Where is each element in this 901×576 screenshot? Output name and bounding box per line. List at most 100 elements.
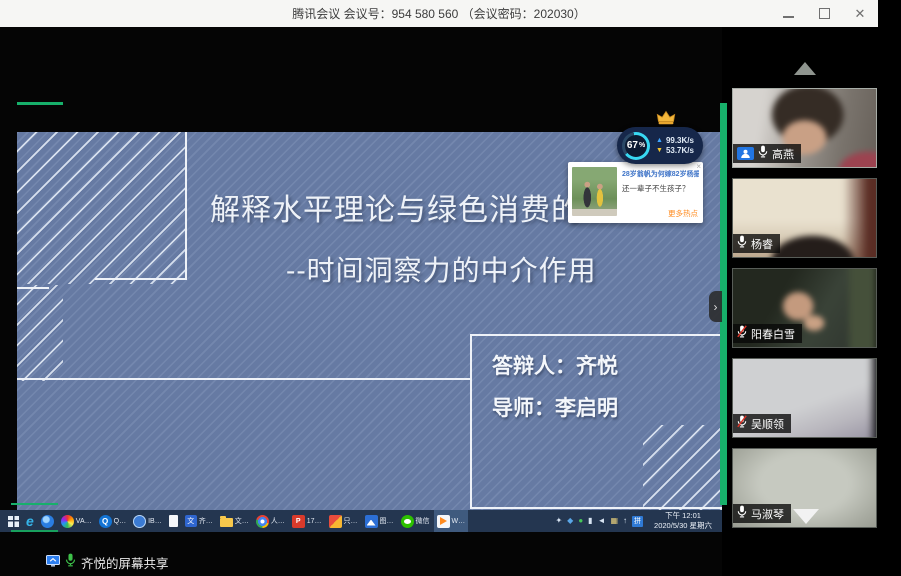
advisor-label: 导师：李启明 [492,392,618,422]
taskbar-item-browser[interactable] [38,510,57,532]
news-more-link[interactable]: 更多热点 [668,208,698,219]
download-speed-row: ▼ 53.7K/s [656,147,694,155]
participant-tile[interactable]: 阳春白雪 [732,268,877,348]
document-icon [169,515,178,527]
screen-share-banner: 齐悦的屏幕共享 [46,553,169,572]
window-controls: ✕ [780,0,868,27]
taskbar-item-pictures[interactable]: 图… [362,510,397,532]
signal-icon[interactable]: ▮ [588,517,592,525]
participant-name: 阳春白雪 [751,326,795,342]
chevron-right-icon: › [714,300,718,314]
taskbar-item-wps-active[interactable]: W… [434,510,469,532]
globe-icon [133,515,146,528]
percent-value: 67 [627,140,638,151]
taskbar-item-wechat[interactable]: 微信 [398,510,433,532]
mic-muted-icon [737,415,747,433]
shared-taskbar: e VA… QQ… IB… 文齐… 文… 人… P17… 只… 图… 微信 W…… [0,510,722,532]
maximize-button[interactable] [816,6,832,22]
slide-info-box: 答辩人：齐悦 导师：李启明 [470,334,722,509]
participant-name: 吴顺领 [751,416,784,432]
internet-explorer-icon: e [26,514,34,528]
taskbar-item-chrome[interactable]: 人… [253,510,288,532]
participant-name: 高燕 [772,146,794,162]
bluetooth-icon[interactable]: ✦ [555,517,562,525]
decor-line [17,287,49,289]
percent-ring: 67 % [622,132,650,160]
news-thumbnail[interactable] [572,167,617,216]
clock-time: 下午 12:01 [665,511,701,522]
participant-tile[interactable]: 杨睿 [732,178,877,258]
decor-hatch-left [17,285,63,381]
docs-app-icon: 文 [185,515,197,527]
download-arrow-icon: ▼ [656,147,663,154]
photo-icon[interactable]: ▦ [610,517,618,525]
percent-sign: % [639,142,645,149]
taskbar-item-explorer[interactable]: 文… [217,510,252,532]
meeting-window: 腾讯会议 会议号：954 580 560 （会议密码：202030） ✕ 解释水… [0,0,901,576]
participant-name: 杨睿 [751,236,773,252]
media-app-icon [329,515,342,528]
mic-green-icon [65,553,76,572]
member-badge-icon [737,147,754,160]
news-headline-link[interactable]: 28岁翁帆为何嫁82岁杨振宁 [622,169,699,179]
close-button[interactable]: ✕ [852,6,868,22]
crown-icon [656,110,676,131]
minimize-icon [783,16,794,18]
mic-on-icon [737,505,747,523]
scroll-down-arrow[interactable] [793,509,819,524]
scroll-up-arrow[interactable] [794,62,816,75]
speaker-icon[interactable]: ◄ [598,517,606,525]
meeting-title: 腾讯会议 会议号：954 580 560 （会议密码：202030） [292,5,585,22]
chrome-icon [256,515,269,528]
status-green-icon[interactable]: ● [578,517,583,525]
taskbar-item-docs[interactable]: 文齐… [182,510,216,532]
participant-tile[interactable]: 高燕 [732,88,877,168]
upload-speed-row: ▲ 99.3K/s [656,137,694,145]
decor-line [17,378,470,380]
participant-tile[interactable]: 吴顺领 [732,358,877,438]
taskbar-item-notepad[interactable] [166,510,181,532]
pictures-app-icon [365,515,378,528]
maximize-icon [819,8,830,19]
network-speed-badge[interactable]: 67 % ▲ 99.3K/s ▼ 53.7K/s [617,127,703,164]
taskbar-item-ie[interactable]: e [23,510,37,532]
windows-start-icon [8,516,19,527]
taskbar-start-button[interactable] [5,510,22,532]
title-bar: 腾讯会议 会议号：954 580 560 （会议密码：202030） ✕ [0,0,878,27]
taskbar-item-globe[interactable]: IB… [130,510,165,532]
popup-close-icon[interactable]: × [696,163,701,171]
taskbar-item-media[interactable]: 只… [326,510,361,532]
ime-icon[interactable]: 拼 [632,516,643,527]
taskbar-item-q[interactable]: QQ… [96,510,129,532]
screen-share-icon [46,554,60,572]
q-app-icon: Q [99,515,112,528]
color-wheel-icon [61,515,74,528]
folder-icon [220,518,233,527]
wechat-icon [401,515,414,528]
share-border-bottom [11,503,58,505]
close-icon: ✕ [855,7,866,20]
download-speed: 53.7K/s [666,147,694,155]
decor-line [185,132,187,280]
mic-on-icon [758,145,768,163]
upload-speed: 99.3K/s [666,137,694,145]
browser-icon [41,515,54,528]
decor-hatch-top-left [17,132,185,284]
share-banner-text: 齐悦的屏幕共享 [81,553,169,572]
mic-on-icon [737,235,747,253]
upload-arrow-icon[interactable]: ↑ [623,517,627,525]
minimize-button[interactable] [780,6,796,22]
wps-play-icon [437,515,450,528]
taskbar-active-underline [11,530,58,532]
upload-arrow-icon: ▲ [656,137,663,144]
taskbar-item-pdf[interactable]: P17… [289,510,325,532]
news-popup[interactable]: 28岁翁帆为何嫁82岁杨振宁 还一辈子不生孩子？ 更多热点 × [568,162,703,223]
news-subline: 还一辈子不生孩子？ [622,183,699,194]
cube-icon[interactable]: ◆ [567,517,573,525]
system-tray: ✦ ◆ ● ▮ ◄ ▦ ↑ 拼 下午 12:01 2020/5/30 星期六 [555,511,722,532]
shared-screen-area: 解释水平理论与绿色消费的 --时间洞察力的中介作用 答辩人：齐悦 导师：李启明 … [0,27,722,576]
sidebar-collapse-tab[interactable]: › [709,291,722,322]
participant-name: 马淑琴 [751,506,784,522]
taskbar-item-colorwheel[interactable]: VA… [58,510,95,532]
taskbar-clock[interactable]: 下午 12:01 2020/5/30 星期六 [648,511,718,532]
